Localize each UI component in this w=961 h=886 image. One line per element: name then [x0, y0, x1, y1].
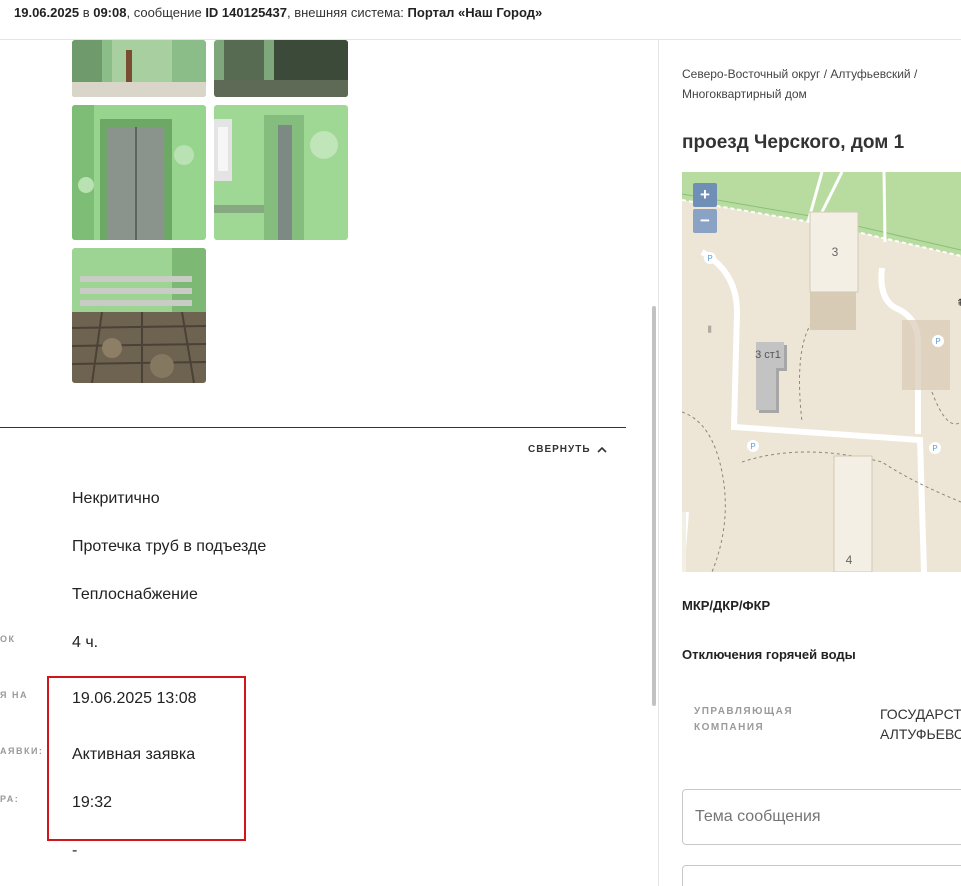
- photo-thumbnail-5[interactable]: [72, 248, 206, 383]
- due-date-label: Я НА: [0, 690, 28, 700]
- address-title: проезд Черского, дом 1: [682, 132, 905, 153]
- management-label-line1: УПРАВЛЯЮЩАЯ: [694, 706, 794, 717]
- management-label-line2: КОМПАНИЯ: [694, 722, 765, 733]
- subject-input[interactable]: [683, 790, 961, 844]
- message-id: ID 140125437: [205, 5, 287, 20]
- collapse-label: СВЕРНУТЬ: [528, 444, 591, 455]
- building-label-3st1: 3 ст1: [755, 349, 781, 361]
- breadcrumb: Северо-Восточный округ / Алтуфьевский / …: [682, 67, 918, 101]
- message-date: 19.06.2025: [14, 5, 80, 20]
- chevron-up-icon: [596, 446, 607, 453]
- subject-field[interactable]: [682, 789, 961, 845]
- message-field[interactable]: [682, 865, 961, 886]
- message-word: , сообщение: [126, 5, 206, 20]
- zoom-out-button[interactable]: −: [693, 209, 717, 233]
- problem-value: Протечка труб в подъезде: [72, 538, 267, 555]
- photo-thumbnail-1[interactable]: [72, 40, 206, 97]
- map[interactable]: 3 3 ст1 4 P P P P ⇞ ⫼ + −: [682, 172, 961, 572]
- timer-label: РА:: [0, 794, 20, 804]
- message-header: 19.06.2025 в 09:08, сообщение ID 1401254…: [0, 0, 961, 40]
- photo-thumbnail-3[interactable]: [72, 105, 206, 240]
- outage-info: Отключения горячей воды: [682, 647, 856, 662]
- parking-marker: P: [707, 254, 712, 263]
- request-status-label: АЯВКИ:: [0, 746, 44, 756]
- system-word: , внешняя система:: [287, 5, 408, 20]
- poi-icon: ⇞: [956, 298, 961, 309]
- category-value: Теплоснабжение: [72, 586, 198, 603]
- management-value-line2: АЛТУФЬЕВСК: [880, 726, 961, 742]
- poi-icon: ⫼: [708, 325, 712, 334]
- empty-value: -: [72, 842, 78, 859]
- deadline-value: 4 ч.: [72, 634, 99, 651]
- building-label-4: 4: [846, 553, 853, 567]
- parking-marker: P: [932, 444, 937, 453]
- repair-program: МКР/ДКР/ФКР: [682, 598, 771, 613]
- collapse-button[interactable]: СВЕРНУТЬ: [528, 444, 607, 455]
- section-divider: [0, 427, 626, 428]
- scrollbar[interactable]: [652, 306, 656, 706]
- in-word: в: [79, 5, 94, 20]
- map-canvas: 3 3 ст1 4 P P P P ⇞ ⫼: [682, 172, 961, 572]
- message-meta: 19.06.2025 в 09:08, сообщение ID 1401254…: [14, 5, 542, 20]
- system-name: Портал «Наш Город»: [407, 5, 543, 20]
- photo-thumbnail-4[interactable]: [214, 105, 348, 240]
- message-time: 09:08: [93, 5, 127, 20]
- parking-marker: P: [750, 442, 755, 451]
- photo-thumbnail-2[interactable]: [214, 40, 348, 97]
- panel-divider: [658, 40, 659, 886]
- management-company-value: ГОСУДАРСТВ АЛТУФЬЕВСК: [880, 704, 961, 744]
- management-company-label: УПРАВЛЯЮЩАЯ КОМПАНИЯ: [694, 704, 793, 736]
- severity-value: Некритично: [72, 490, 160, 507]
- deadline-label: ОК: [0, 634, 16, 644]
- highlight-box: [47, 676, 246, 841]
- building-label-3: 3: [832, 245, 839, 259]
- parking-marker: P: [935, 337, 940, 346]
- management-value-line1: ГОСУДАРСТВ: [880, 706, 961, 722]
- zoom-in-button[interactable]: +: [693, 183, 717, 207]
